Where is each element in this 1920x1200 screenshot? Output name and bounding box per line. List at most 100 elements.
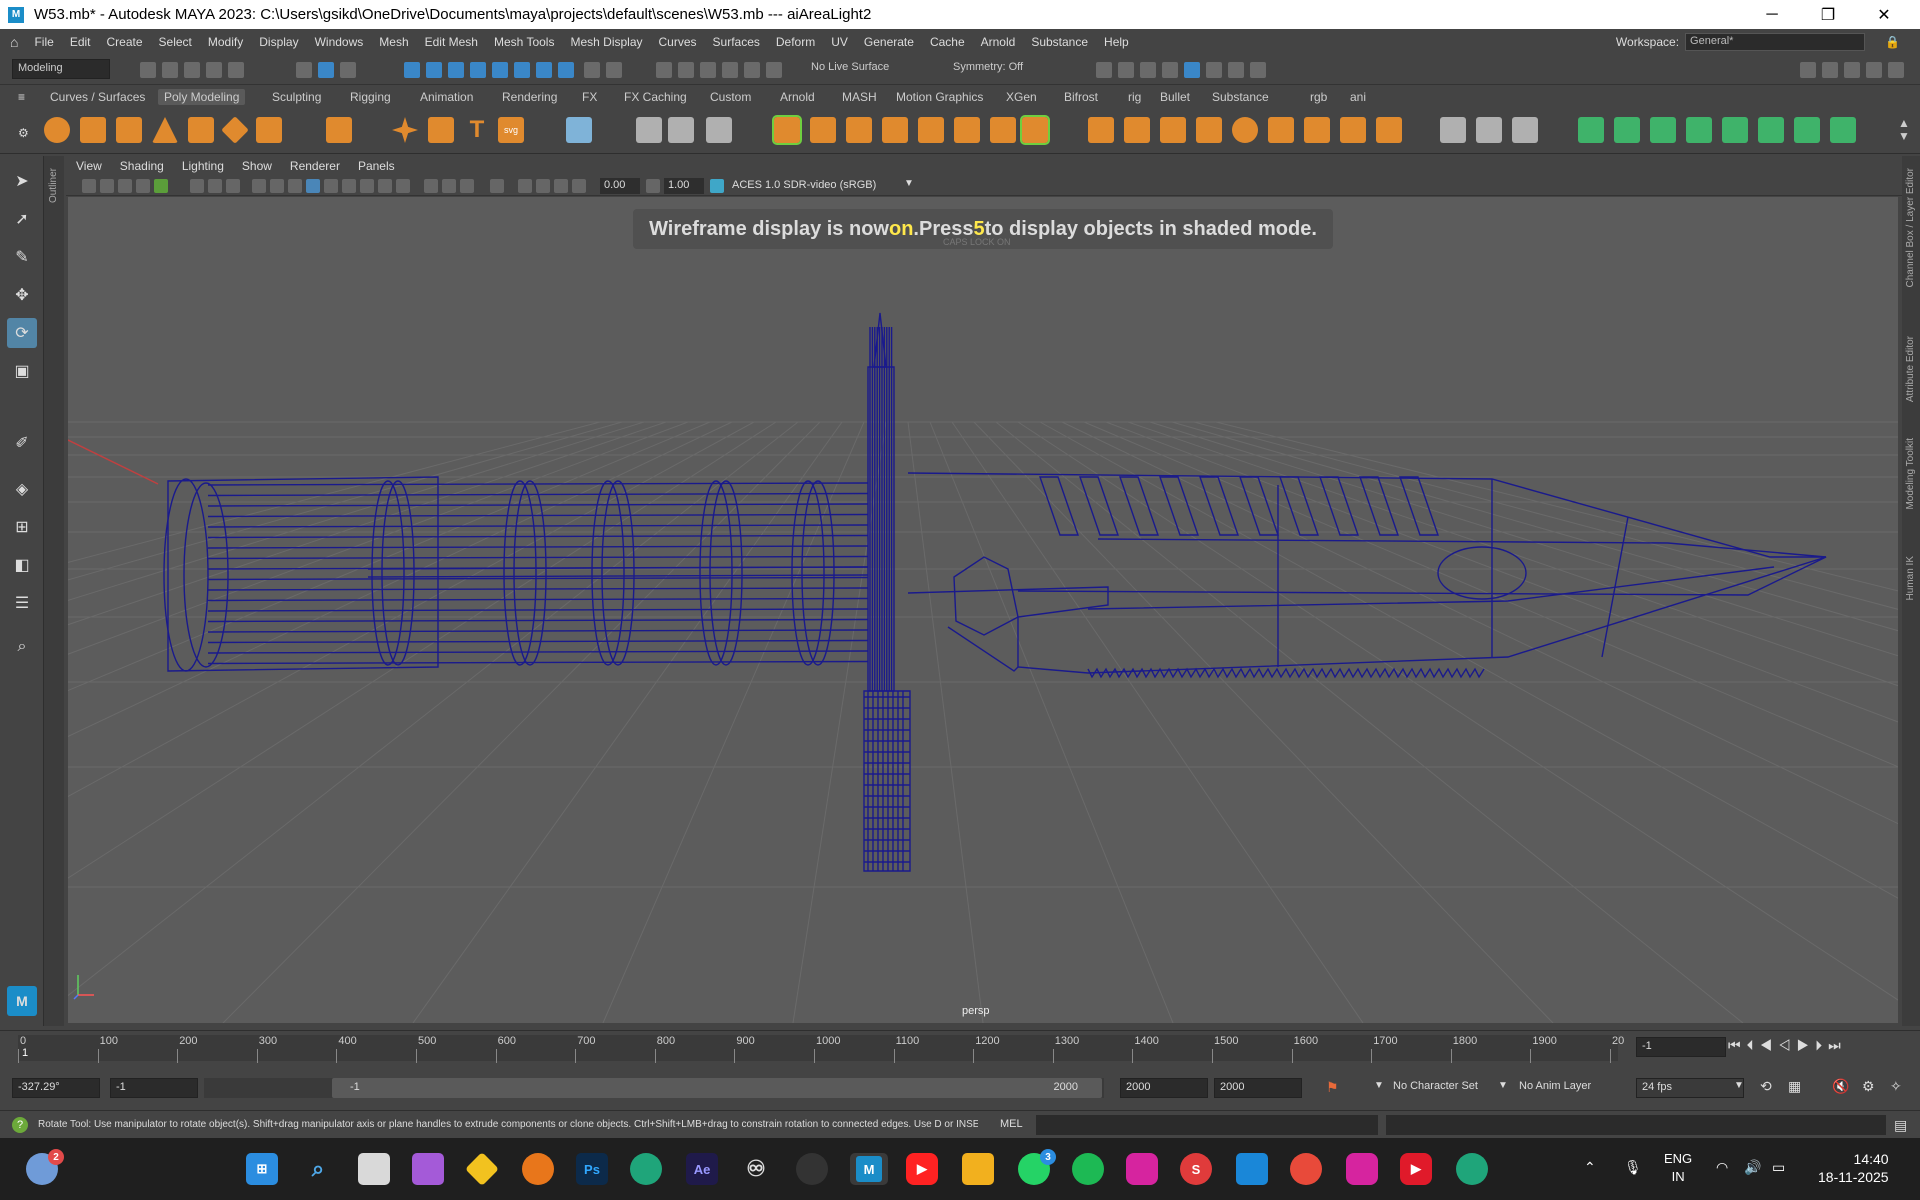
right-tab-channel-box-layer-editor[interactable]: Channel Box / Layer Editor — [1905, 168, 1916, 288]
save-scene-icon[interactable] — [184, 62, 200, 78]
freeze-transform-icon[interactable] — [706, 117, 732, 143]
select-hierarchy-icon[interactable] — [296, 62, 312, 78]
anim-prefs-icon[interactable]: ⚙ — [1862, 1078, 1875, 1095]
snap-view-icon[interactable] — [470, 62, 486, 78]
sidebar-toggle-icon[interactable] — [1800, 62, 1816, 78]
volume-icon[interactable]: 🔊 — [1744, 1158, 1761, 1176]
exposure-icon[interactable] — [572, 179, 586, 193]
shelf-tab-sculpting[interactable]: Sculpting — [266, 89, 327, 105]
render-settings-window-icon[interactable] — [1162, 62, 1178, 78]
bevel-icon[interactable] — [1160, 117, 1186, 143]
backface-culling-icon[interactable] — [460, 179, 474, 193]
search-taskbar-icon[interactable]: ⌕ — [302, 1153, 334, 1185]
character-set-chevron-icon[interactable]: ▼ — [1374, 1080, 1384, 1091]
poly-sphere-icon[interactable] — [44, 117, 70, 143]
gamma-icon[interactable] — [646, 179, 660, 193]
menu-display[interactable]: Display — [251, 35, 306, 49]
shelf-settings-icon[interactable]: ⚙ — [18, 126, 29, 140]
show-hidden-icons-icon[interactable]: ⌃ — [1584, 1158, 1596, 1176]
smooth-shade-icon[interactable] — [324, 179, 338, 193]
windows-start-icon[interactable]: ⊞ — [246, 1153, 278, 1185]
hypershade-icon[interactable] — [744, 62, 760, 78]
panel-menu-show[interactable]: Show — [242, 159, 272, 173]
menu-select[interactable]: Select — [151, 35, 200, 49]
intel-icon[interactable] — [1236, 1153, 1268, 1185]
history-icon[interactable] — [656, 62, 672, 78]
shelf-tab-rigging[interactable]: Rigging — [344, 89, 397, 105]
start-time-field[interactable]: -1 — [110, 1078, 198, 1098]
poly-cylinder-icon[interactable] — [116, 117, 142, 143]
keep-icon[interactable] — [465, 1152, 499, 1186]
render-icon[interactable] — [678, 62, 694, 78]
uv-layout-icon[interactable] — [1758, 117, 1784, 143]
textured-icon[interactable] — [360, 179, 374, 193]
shelf-tab-curves-surfaces[interactable]: Curves / Surfaces — [44, 89, 151, 105]
menu-windows[interactable]: Windows — [307, 35, 372, 49]
shelf-tab-poly-modeling[interactable]: Poly Modeling — [158, 89, 246, 105]
menu-generate[interactable]: Generate — [856, 35, 922, 49]
combine-icon[interactable] — [772, 115, 802, 145]
connect-icon[interactable] — [1340, 117, 1366, 143]
select-component-icon[interactable] — [340, 62, 356, 78]
separate-icon[interactable] — [810, 117, 836, 143]
right-tab-human-ik[interactable]: Human IK — [1905, 556, 1916, 600]
go-to-start-icon[interactable]: ⏮ — [1728, 1037, 1747, 1053]
wifi-icon[interactable]: ◠ — [1716, 1158, 1728, 1176]
menu-file[interactable]: File — [26, 35, 61, 49]
highlight-selection-icon[interactable] — [606, 62, 622, 78]
snap-curve-icon[interactable] — [426, 62, 442, 78]
obs-icon[interactable] — [796, 1153, 828, 1185]
film-gate-icon[interactable] — [208, 179, 222, 193]
uv-sew-icon[interactable] — [1830, 117, 1856, 143]
shelf-tab-ani[interactable]: ani — [1344, 89, 1372, 105]
viewport-persp[interactable]: Wireframe display is now on .Press 5 to d… — [68, 197, 1898, 1023]
panel-menu-view[interactable]: View — [76, 159, 102, 173]
menu-modify[interactable]: Modify — [200, 35, 251, 49]
menu-cache[interactable]: Cache — [922, 35, 973, 49]
tool-settings-toggle-icon[interactable] — [1844, 62, 1860, 78]
step-back-frame-icon[interactable]: ◀ — [1760, 1037, 1779, 1053]
snap-pivot-icon[interactable] — [558, 62, 574, 78]
panel-menu-shading[interactable]: Shading — [120, 159, 164, 173]
outliner-tab[interactable]: Outliner — [44, 156, 64, 1026]
uv-planar-icon[interactable] — [1578, 117, 1604, 143]
panel-menu-panels[interactable]: Panels — [358, 159, 395, 173]
right-tab-attribute-editor[interactable]: Attribute Editor — [1905, 336, 1916, 402]
script-editor-icon[interactable]: ▤ — [1894, 1117, 1907, 1134]
grease-pencil-icon[interactable] — [154, 179, 168, 193]
shelf-tab-rgb[interactable]: rgb — [1304, 89, 1333, 105]
hypershade-window-icon[interactable] — [1184, 62, 1200, 78]
safe-action-icon[interactable] — [288, 179, 302, 193]
select-by-name-icon[interactable] — [636, 117, 662, 143]
single-view-icon[interactable]: ◈ — [7, 474, 37, 504]
pause-icon[interactable] — [1250, 62, 1266, 78]
maximize-button[interactable]: ❐ — [1800, 0, 1856, 29]
chevron-down-icon[interactable]: ▼ — [904, 178, 914, 189]
menu-substance[interactable]: Substance — [1023, 35, 1096, 49]
mel-label[interactable]: MEL — [1000, 1118, 1023, 1130]
clock[interactable]: 14:40 18-11-2025 — [1818, 1150, 1889, 1186]
sweep-mesh-icon[interactable] — [428, 117, 454, 143]
shelf-tab-bifrost[interactable]: Bifrost — [1058, 89, 1104, 105]
shelf-menu-icon[interactable]: ≡ — [18, 90, 25, 104]
menu-arnold[interactable]: Arnold — [973, 35, 1024, 49]
uv-editor-icon[interactable] — [566, 117, 592, 143]
shelf-tab-xgen[interactable]: XGen — [1000, 89, 1043, 105]
step-forward-frame-icon[interactable]: ⏵ — [1815, 1037, 1828, 1053]
bridge-icon[interactable] — [1124, 117, 1150, 143]
scale-tool-icon[interactable]: ▣ — [7, 356, 37, 386]
modeling-toolkit-toggle-icon[interactable] — [1888, 62, 1904, 78]
maya-home-icon[interactable]: M — [7, 986, 37, 1016]
two-view-icon[interactable]: ◧ — [7, 550, 37, 580]
render-settings-icon[interactable] — [722, 62, 738, 78]
ssao-icon[interactable] — [518, 179, 532, 193]
antialias-icon[interactable] — [554, 179, 568, 193]
menu-deform[interactable]: Deform — [768, 35, 823, 49]
snap-grid-icon[interactable] — [404, 62, 420, 78]
fps-dropdown[interactable]: 24 fps — [1636, 1078, 1744, 1098]
type-tool-icon[interactable]: T — [464, 117, 490, 143]
menu-create[interactable]: Create — [99, 35, 151, 49]
target-weld-icon[interactable] — [1304, 117, 1330, 143]
ipr-render-icon[interactable] — [1140, 62, 1156, 78]
search-icon[interactable]: ⌕ — [7, 632, 37, 662]
